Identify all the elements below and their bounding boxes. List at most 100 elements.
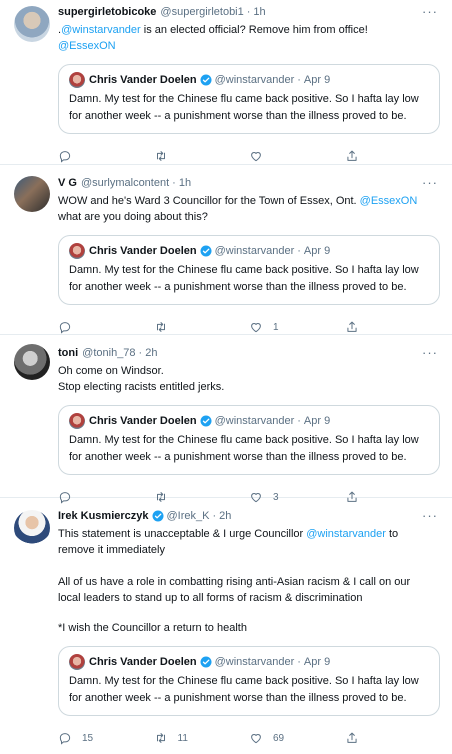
- tweet[interactable]: supergirletobicoke @supergirletobi1 · 1h…: [0, 0, 452, 165]
- user-handle[interactable]: @Irek_K: [167, 510, 210, 522]
- user-handle[interactable]: @tonih_78: [82, 347, 135, 359]
- mention-link[interactable]: @winstarvander: [306, 528, 386, 540]
- more-options-icon[interactable]: ···: [422, 508, 438, 523]
- reply-button[interactable]: [58, 320, 154, 334]
- quoted-tweet[interactable]: Chris Vander Doelen @winstarvander · Apr…: [58, 405, 440, 475]
- display-name[interactable]: toni: [58, 347, 78, 359]
- reply-icon: [59, 322, 71, 334]
- separator-dot: ·: [246, 6, 251, 18]
- quoted-avatar: [69, 413, 85, 429]
- display-name[interactable]: supergirletobicoke: [58, 6, 156, 18]
- quoted-avatar: [69, 243, 85, 259]
- quoted-handle: @winstarvander: [214, 656, 295, 668]
- reply-button[interactable]: [58, 149, 154, 163]
- reply-count: 15: [82, 732, 94, 744]
- share-button[interactable]: [345, 149, 441, 163]
- retweet-icon: [156, 322, 165, 332]
- avatar[interactable]: [14, 6, 50, 42]
- reply-icon: [59, 733, 71, 745]
- separator-dot: ·: [172, 177, 176, 189]
- like-count: 69: [273, 732, 285, 744]
- quoted-text-line: Damn. My test for the Chinese flu came b…: [69, 675, 419, 687]
- like-button[interactable]: 1: [249, 320, 345, 334]
- quoted-text-line: Damn. My test for the Chinese flu came b…: [69, 434, 419, 446]
- retweet-button[interactable]: 11: [154, 731, 250, 745]
- timestamp[interactable]: 2h: [219, 510, 231, 522]
- more-options-icon[interactable]: ···: [422, 4, 438, 19]
- tweet-text-line: .@winstarvander is an elected official? …: [58, 22, 440, 38]
- text-fragment: to: [385, 528, 399, 540]
- user-handle[interactable]: @surlymalcontent: [81, 177, 169, 189]
- quoted-date: Apr 9: [303, 245, 331, 257]
- tweet[interactable]: V G @surlymalcontent · 1h ··· WOW and he…: [0, 165, 452, 335]
- mention-link[interactable]: @EssexON: [58, 40, 116, 52]
- heart-icon: [251, 734, 261, 744]
- tweet[interactable]: toni @tonih_78 · 2h ··· Oh come on Winds…: [0, 335, 452, 504]
- tweet-text-line: what are you doing about this?: [58, 211, 208, 223]
- text-fragment: is an elected official? Remove him from …: [140, 24, 368, 36]
- mention-link[interactable]: @winstarvander: [61, 24, 141, 36]
- tweet-text-line: Oh come on Windsor.: [58, 365, 164, 377]
- separator-dot: ·: [138, 347, 143, 359]
- heart-icon: [251, 152, 261, 162]
- quoted-text-line: Damn. My test for the Chinese flu came b…: [69, 93, 419, 105]
- mention-link[interactable]: @EssexON: [360, 195, 418, 207]
- tweet-text-line: *I wish the Councillor a return to healt…: [58, 622, 247, 634]
- quoted-date: Apr 9: [303, 415, 331, 427]
- avatar[interactable]: [14, 510, 50, 546]
- user-handle[interactable]: @supergirletobi1: [160, 6, 243, 18]
- like-button[interactable]: 69: [249, 731, 345, 745]
- separator-dot: ·: [212, 510, 217, 522]
- tweet-text-line: remove it immediately: [58, 544, 165, 556]
- verified-badge-icon: [152, 510, 164, 522]
- share-icon: [346, 732, 357, 743]
- retweet-count: 11: [177, 732, 188, 744]
- like-button[interactable]: [249, 149, 345, 163]
- tweet-text-line: This statement is unacceptable & I urge …: [58, 526, 440, 542]
- quoted-tweet[interactable]: Chris Vander Doelen @winstarvander · Apr…: [58, 646, 440, 716]
- quoted-avatar: [69, 654, 85, 670]
- reply-icon: [59, 151, 71, 163]
- quoted-display-name: Chris Vander Doelen: [89, 245, 197, 257]
- tweet-text-line: local leaders to stand up to all forms o…: [58, 592, 363, 604]
- retweet-icon: [156, 733, 165, 743]
- quoted-text-line: for another week -- a punishment worse t…: [69, 692, 407, 704]
- separator-dot: ·: [297, 245, 301, 257]
- quoted-display-name: Chris Vander Doelen: [89, 74, 197, 86]
- action-bar: 15 11 69: [58, 722, 440, 754]
- reply-button[interactable]: 15: [58, 731, 154, 745]
- retweet-button[interactable]: [154, 320, 250, 334]
- timestamp[interactable]: 1h: [253, 6, 265, 18]
- share-icon: [346, 150, 357, 161]
- share-button[interactable]: [345, 320, 441, 334]
- display-name[interactable]: Irek Kusmierczyk: [58, 510, 149, 522]
- timestamp[interactable]: 1h: [179, 177, 191, 189]
- more-options-icon[interactable]: ···: [422, 345, 438, 360]
- display-name[interactable]: V G: [58, 177, 77, 189]
- separator-dot: ·: [297, 656, 301, 668]
- quoted-tweet[interactable]: Chris Vander Doelen @winstarvander · Apr…: [58, 64, 440, 134]
- avatar[interactable]: [14, 176, 50, 212]
- quoted-date: Apr 9: [303, 656, 331, 668]
- heart-icon: [251, 323, 261, 333]
- verified-badge-icon: [200, 74, 212, 86]
- more-options-icon[interactable]: ···: [422, 175, 438, 190]
- retweet-button[interactable]: [154, 149, 250, 163]
- avatar[interactable]: [14, 344, 50, 380]
- quoted-handle: @winstarvander: [214, 415, 295, 427]
- share-button[interactable]: [345, 731, 441, 745]
- quoted-display-name: Chris Vander Doelen: [89, 415, 197, 427]
- verified-badge-icon: [200, 415, 212, 427]
- quoted-handle: @winstarvander: [214, 245, 295, 257]
- tweet-text-line: WOW and he's Ward 3 Councillor for the T…: [58, 193, 440, 209]
- tweet-text-line: All of us have a role in combatting risi…: [58, 576, 411, 588]
- quoted-text-line: for another week -- a punishment worse t…: [69, 110, 407, 122]
- quoted-text-line: Damn. My test for the Chinese flu came b…: [69, 264, 419, 276]
- timestamp[interactable]: 2h: [145, 347, 157, 359]
- tweet[interactable]: Irek Kusmierczyk @Irek_K · 2h ··· This s…: [0, 498, 452, 745]
- tweet-text-line: Stop electing racists entitled jerks.: [58, 381, 225, 393]
- quoted-handle: @winstarvander: [214, 74, 295, 86]
- text-fragment: WOW and he's Ward 3 Councillor for the T…: [58, 195, 360, 207]
- quoted-avatar: [69, 72, 85, 88]
- quoted-tweet[interactable]: Chris Vander Doelen @winstarvander · Apr…: [58, 235, 440, 305]
